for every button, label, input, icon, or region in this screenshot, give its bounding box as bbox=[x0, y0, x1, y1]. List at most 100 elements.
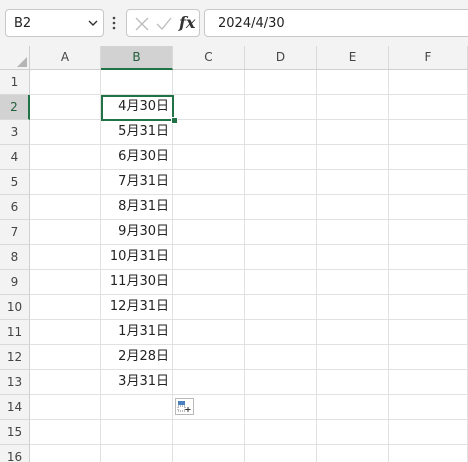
cell-c11[interactable] bbox=[173, 320, 245, 345]
cell-b10[interactable]: 12月31日 bbox=[101, 295, 173, 320]
cell-b13[interactable]: 3月31日 bbox=[101, 370, 173, 395]
cell-a11[interactable] bbox=[30, 320, 101, 345]
cell-e2[interactable] bbox=[317, 95, 389, 120]
row-header-8[interactable]: 8 bbox=[0, 245, 30, 270]
cell-c13[interactable] bbox=[173, 370, 245, 395]
column-header-b[interactable]: B bbox=[101, 46, 173, 70]
cell-f13[interactable] bbox=[389, 370, 468, 395]
cell-e8[interactable] bbox=[317, 245, 389, 270]
cell-e14[interactable] bbox=[317, 395, 389, 420]
cell-c15[interactable] bbox=[173, 420, 245, 445]
cell-d11[interactable] bbox=[245, 320, 317, 345]
cell-b5[interactable]: 7月31日 bbox=[101, 170, 173, 195]
cell-e15[interactable] bbox=[317, 420, 389, 445]
cell-a13[interactable] bbox=[30, 370, 101, 395]
cell-d2[interactable] bbox=[245, 95, 317, 120]
cell-a5[interactable] bbox=[30, 170, 101, 195]
cell-c3[interactable] bbox=[173, 120, 245, 145]
cancel-icon[interactable] bbox=[133, 15, 151, 33]
cell-a10[interactable] bbox=[30, 295, 101, 320]
cell-b4[interactable]: 6月30日 bbox=[101, 145, 173, 170]
cell-f4[interactable] bbox=[389, 145, 468, 170]
cell-a4[interactable] bbox=[30, 145, 101, 170]
cell-f8[interactable] bbox=[389, 245, 468, 270]
cell-e10[interactable] bbox=[317, 295, 389, 320]
cell-d7[interactable] bbox=[245, 220, 317, 245]
cell-d12[interactable] bbox=[245, 345, 317, 370]
cell-c9[interactable] bbox=[173, 270, 245, 295]
formula-input[interactable]: 2024/4/30 bbox=[204, 9, 468, 37]
insert-function-button[interactable]: fx bbox=[179, 12, 199, 34]
cell-e4[interactable] bbox=[317, 145, 389, 170]
cell-c16[interactable] bbox=[173, 445, 245, 462]
cell-d13[interactable] bbox=[245, 370, 317, 395]
cell-c7[interactable] bbox=[173, 220, 245, 245]
cell-b1[interactable] bbox=[101, 70, 173, 95]
cell-b9[interactable]: 11月30日 bbox=[101, 270, 173, 295]
cell-d9[interactable] bbox=[245, 270, 317, 295]
cell-a3[interactable] bbox=[30, 120, 101, 145]
row-header-12[interactable]: 12 bbox=[0, 345, 30, 370]
cell-b15[interactable] bbox=[101, 420, 173, 445]
column-header-c[interactable]: C bbox=[173, 46, 245, 70]
cell-b8[interactable]: 10月31日 bbox=[101, 245, 173, 270]
cell-f2[interactable] bbox=[389, 95, 468, 120]
cell-d15[interactable] bbox=[245, 420, 317, 445]
cell-c4[interactable] bbox=[173, 145, 245, 170]
cell-f12[interactable] bbox=[389, 345, 468, 370]
cell-c1[interactable] bbox=[173, 70, 245, 95]
cell-d8[interactable] bbox=[245, 245, 317, 270]
cell-b3[interactable]: 5月31日 bbox=[101, 120, 173, 145]
more-options-icon[interactable] bbox=[109, 14, 119, 32]
cell-d4[interactable] bbox=[245, 145, 317, 170]
cell-f3[interactable] bbox=[389, 120, 468, 145]
cell-c12[interactable] bbox=[173, 345, 245, 370]
cell-b16[interactable] bbox=[101, 445, 173, 462]
cell-f11[interactable] bbox=[389, 320, 468, 345]
cell-a15[interactable] bbox=[30, 420, 101, 445]
cell-c8[interactable] bbox=[173, 245, 245, 270]
cell-a2[interactable] bbox=[30, 95, 101, 120]
cell-d1[interactable] bbox=[245, 70, 317, 95]
cell-a12[interactable] bbox=[30, 345, 101, 370]
cell-a9[interactable] bbox=[30, 270, 101, 295]
cell-f7[interactable] bbox=[389, 220, 468, 245]
cell-d10[interactable] bbox=[245, 295, 317, 320]
row-header-5[interactable]: 5 bbox=[0, 170, 30, 195]
cell-e9[interactable] bbox=[317, 270, 389, 295]
column-header-d[interactable]: D bbox=[245, 46, 317, 70]
cell-d14[interactable] bbox=[245, 395, 317, 420]
cell-e13[interactable] bbox=[317, 370, 389, 395]
cell-e3[interactable] bbox=[317, 120, 389, 145]
cell-f15[interactable] bbox=[389, 420, 468, 445]
cell-a8[interactable] bbox=[30, 245, 101, 270]
row-header-13[interactable]: 13 bbox=[0, 370, 30, 395]
cell-c10[interactable] bbox=[173, 295, 245, 320]
cell-e12[interactable] bbox=[317, 345, 389, 370]
cell-a1[interactable] bbox=[30, 70, 101, 95]
cell-a7[interactable] bbox=[30, 220, 101, 245]
column-header-f[interactable]: F bbox=[389, 46, 468, 70]
row-header-11[interactable]: 11 bbox=[0, 320, 30, 345]
row-header-6[interactable]: 6 bbox=[0, 195, 30, 220]
enter-check-icon[interactable] bbox=[155, 15, 173, 33]
cell-a16[interactable] bbox=[30, 445, 101, 462]
cell-e7[interactable] bbox=[317, 220, 389, 245]
cell-b7[interactable]: 9月30日 bbox=[101, 220, 173, 245]
cell-f6[interactable] bbox=[389, 195, 468, 220]
cell-e5[interactable] bbox=[317, 170, 389, 195]
row-header-16[interactable]: 16 bbox=[0, 445, 30, 462]
row-header-9[interactable]: 9 bbox=[0, 270, 30, 295]
row-header-7[interactable]: 7 bbox=[0, 220, 30, 245]
cell-a6[interactable] bbox=[30, 195, 101, 220]
cell-c5[interactable] bbox=[173, 170, 245, 195]
select-all-button[interactable] bbox=[0, 46, 30, 70]
row-header-14[interactable]: 14 bbox=[0, 395, 30, 420]
cell-e1[interactable] bbox=[317, 70, 389, 95]
cell-c6[interactable] bbox=[173, 195, 245, 220]
cell-b14[interactable] bbox=[101, 395, 173, 420]
cell-f16[interactable] bbox=[389, 445, 468, 462]
cell-e6[interactable] bbox=[317, 195, 389, 220]
cell-e16[interactable] bbox=[317, 445, 389, 462]
row-header-2[interactable]: 2 bbox=[0, 95, 30, 120]
